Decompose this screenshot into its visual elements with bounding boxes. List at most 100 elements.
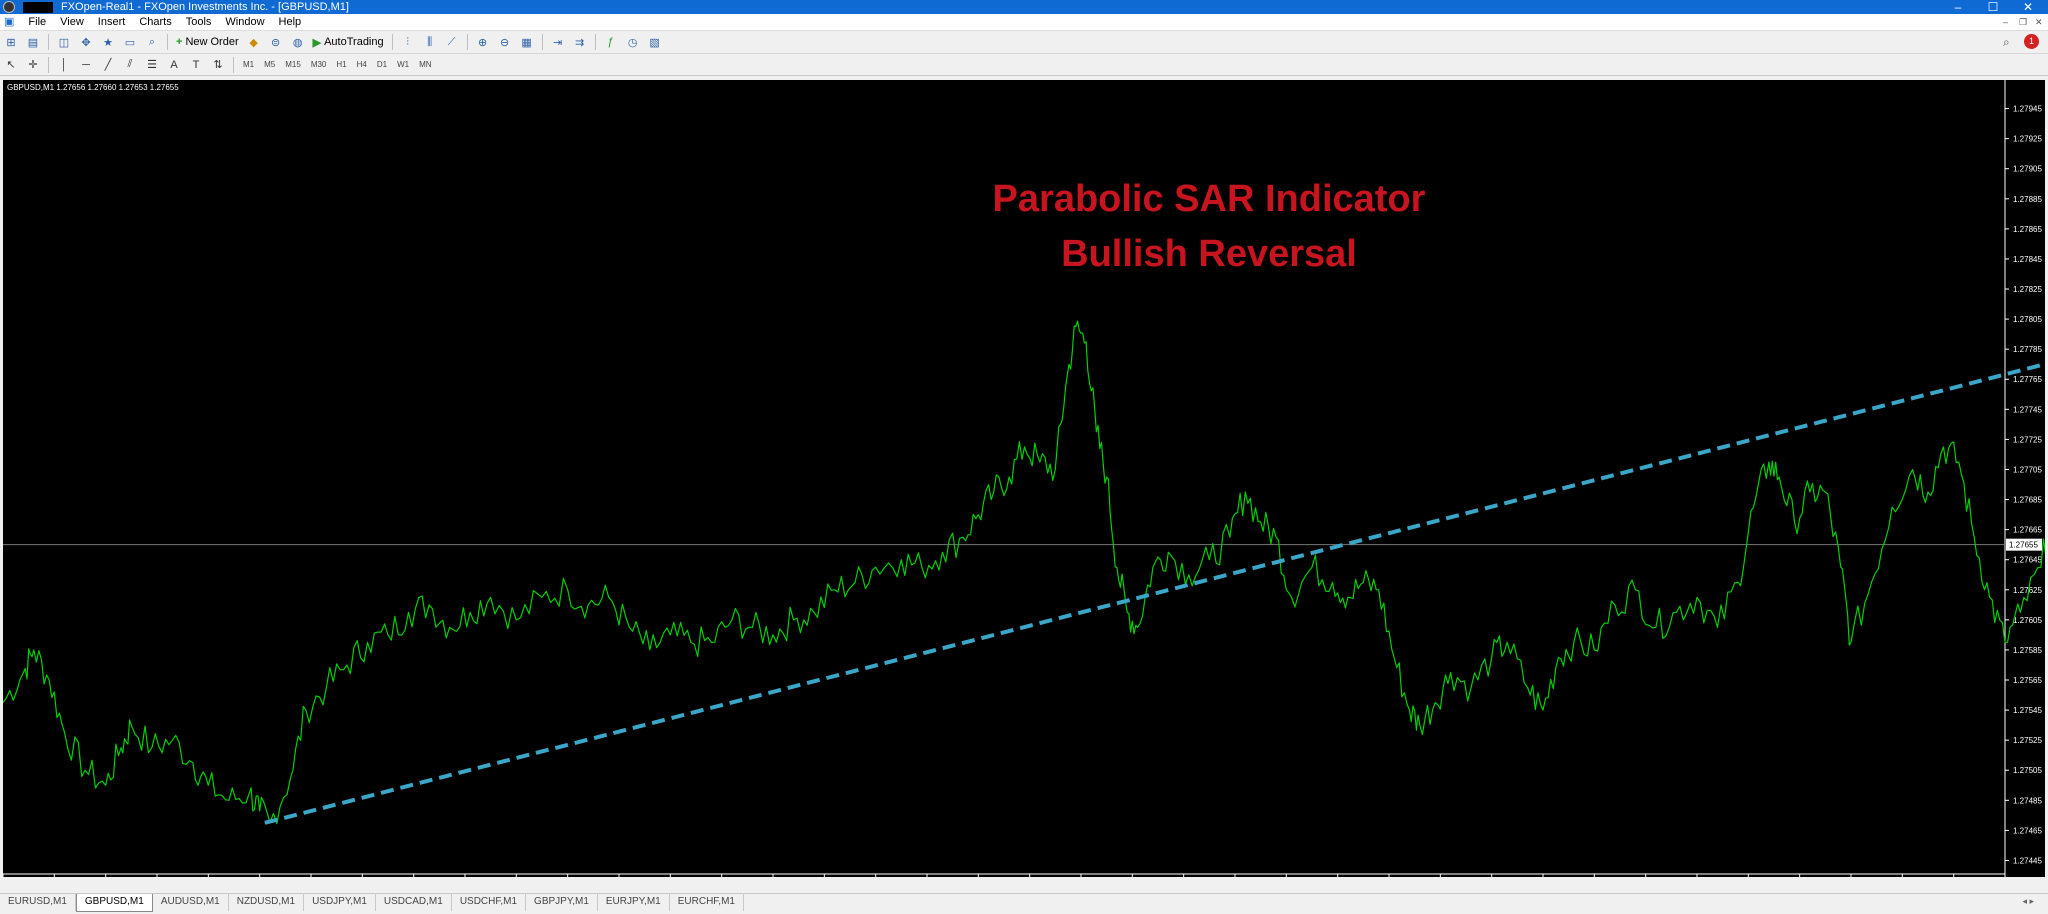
y-tick-label: 1.27825 (2013, 285, 2042, 294)
app-icon (3, 1, 15, 13)
text-icon[interactable]: A (166, 57, 182, 73)
mdi-restore-icon[interactable]: ❐ (2019, 17, 2027, 28)
toolbar-separator (391, 34, 393, 50)
timeframe-m1[interactable]: M1 (243, 60, 254, 69)
y-tick-label: 1.27485 (2013, 796, 2042, 805)
chart-shift-icon[interactable]: ⇥ (550, 34, 566, 50)
arrows-icon[interactable]: ⇅ (210, 57, 226, 73)
notifications-icon[interactable]: 1 (2024, 34, 2039, 49)
strategy-tester-icon[interactable]: ⌕ (144, 34, 160, 50)
y-tick-label: 1.27905 (2013, 165, 2042, 174)
horizontal-line-icon[interactable]: ─ (78, 57, 94, 73)
periodicity-icon[interactable]: ◷ (625, 34, 641, 50)
autotrading-button[interactable]: ▶ AutoTrading (309, 33, 388, 51)
data-window-icon[interactable]: ✥ (78, 34, 94, 50)
timeframe-w1[interactable]: W1 (397, 60, 409, 69)
vertical-line-icon[interactable]: │ (56, 57, 72, 73)
y-tick-label: 1.27565 (2013, 676, 2042, 685)
templates-icon[interactable]: ▧ (647, 34, 663, 50)
standard-toolbar: ⊞ ▤ ◫ ✥ ★ ▭ ⌕ + New Order ◆ ⊜ ◍ ▶ AutoTrad… (0, 31, 2048, 54)
tile-windows-icon[interactable]: ▦ (519, 34, 535, 50)
y-tick-label: 1.27645 (2013, 556, 2042, 565)
trendline-icon[interactable]: ╱ (100, 57, 116, 73)
chart-tab[interactable]: EURUSD,M1 (0, 894, 76, 911)
toolbar-separator (466, 34, 468, 50)
chart-tab[interactable]: NZDUSD,M1 (229, 894, 305, 911)
new-order-label: New Order (185, 36, 239, 48)
menu-help[interactable]: Help (272, 14, 309, 31)
close-button[interactable]: ✕ (2008, 0, 2048, 14)
terminal-icon[interactable]: ▭ (122, 34, 138, 50)
bar-chart-icon[interactable]: ⫶ (400, 34, 416, 50)
autoscroll-icon[interactable]: ⇉ (572, 34, 588, 50)
minimize-button[interactable]: – (1938, 0, 1978, 14)
search-icon[interactable]: ⌕ (2003, 35, 2010, 50)
new-chart-icon[interactable]: ⊞ (3, 34, 19, 50)
timeframe-m5[interactable]: M5 (264, 60, 275, 69)
price-chart[interactable]: GBPUSD,M1 1.27656 1.27660 1.27653 1.2765… (3, 80, 2045, 877)
y-tick-label: 1.27665 (2013, 526, 2042, 535)
chart-window-icon[interactable]: ▣ (0, 14, 21, 31)
chart-tab[interactable]: EURCHF,M1 (670, 894, 744, 911)
account-box (23, 1, 53, 13)
menu-file[interactable]: File (21, 14, 53, 31)
mdi-close-icon[interactable]: ✕ (2035, 17, 2043, 28)
chart-tab[interactable]: USDCHF,M1 (452, 894, 527, 911)
timeframe-h4[interactable]: H4 (357, 60, 367, 69)
toolbar-separator (167, 34, 168, 50)
signals-icon[interactable]: ⊜ (268, 34, 284, 50)
timeframe-d1[interactable]: D1 (377, 60, 387, 69)
new-order-button[interactable]: + New Order (172, 33, 243, 51)
y-tick-label: 1.27545 (2013, 706, 2042, 715)
menu-view[interactable]: View (53, 14, 91, 31)
y-tick-label: 1.27765 (2013, 375, 2042, 384)
fibonacci-icon[interactable]: ☰ (144, 57, 160, 73)
chart-tab[interactable]: GBPUSD,M1 (75, 894, 153, 912)
navigator-icon[interactable]: ★ (100, 34, 116, 50)
crosshair-icon[interactable]: ✛ (25, 57, 41, 73)
y-tick-label: 1.27445 (2013, 856, 2042, 865)
autotrading-icon: ▶ (312, 36, 322, 49)
toolbar-separator (48, 56, 49, 73)
toolbar-separator (541, 34, 543, 50)
text-label-icon[interactable]: T (188, 57, 204, 73)
line-chart-icon[interactable]: ⟋ (444, 34, 460, 50)
menu-insert[interactable]: Insert (91, 14, 133, 31)
y-tick-label: 1.27865 (2013, 225, 2042, 234)
menu-window[interactable]: Window (218, 14, 271, 31)
annotation-title: Parabolic SAR Indicator (993, 178, 1426, 220)
chart-header: GBPUSD,M1 1.27656 1.27660 1.27653 1.2765… (7, 83, 179, 92)
y-tick-label: 1.27605 (2013, 616, 2042, 625)
chart-tab[interactable]: USDCAD,M1 (376, 894, 452, 911)
menu-charts[interactable]: Charts (132, 14, 178, 31)
current-price-label: 1.27655 (2009, 541, 2038, 550)
zoom-in-icon[interactable]: ⊕ (475, 34, 491, 50)
chart-tab[interactable]: USDJPY,M1 (304, 894, 376, 911)
timeframe-h1[interactable]: H1 (336, 60, 346, 69)
indicators-icon[interactable]: ƒ (603, 34, 619, 50)
profiles-icon[interactable]: ▤ (25, 34, 41, 50)
chart-tab[interactable]: EURJPY,M1 (598, 894, 670, 911)
timeframe-m30[interactable]: M30 (311, 60, 327, 69)
new-order-icon: + (176, 36, 183, 48)
cursor-icon[interactable]: ↖ (3, 57, 19, 73)
autotrading-label: AutoTrading (324, 36, 384, 48)
line-studies-toolbar: ↖ ✛ │ ─ ╱ ⫽ ☰ A T ⇅ M1 M5 M15 M30 H1 H4 … (0, 54, 2048, 76)
menu-tools[interactable]: Tools (179, 14, 219, 31)
timeframe-m15[interactable]: M15 (285, 60, 301, 69)
chart-tab[interactable]: AUDUSD,M1 (153, 894, 229, 911)
tab-scroll-arrows-icon[interactable]: ◂ ▸ (2022, 896, 2034, 907)
market-icon[interactable]: ◍ (290, 34, 306, 50)
chart-tab[interactable]: GBPJPY,M1 (526, 894, 598, 911)
toolbar-separator (233, 56, 234, 73)
timeframe-mn[interactable]: MN (419, 60, 431, 69)
maximize-button[interactable]: ☐ (1973, 0, 2013, 14)
window-title: FXOpen-Real1 - FXOpen Investments Inc. -… (61, 1, 349, 13)
market-watch-icon[interactable]: ◫ (56, 34, 72, 50)
zoom-out-icon[interactable]: ⊖ (497, 34, 513, 50)
metaeditor-icon[interactable]: ◆ (246, 34, 262, 50)
equidistant-channel-icon[interactable]: ⫽ (122, 57, 138, 73)
candlesticks-icon[interactable]: ⫼ (422, 34, 438, 50)
mdi-minimize-icon[interactable]: – (2003, 17, 2008, 27)
chart-window[interactable]: GBPUSD,M1 1.27656 1.27660 1.27653 1.2765… (3, 80, 2045, 877)
